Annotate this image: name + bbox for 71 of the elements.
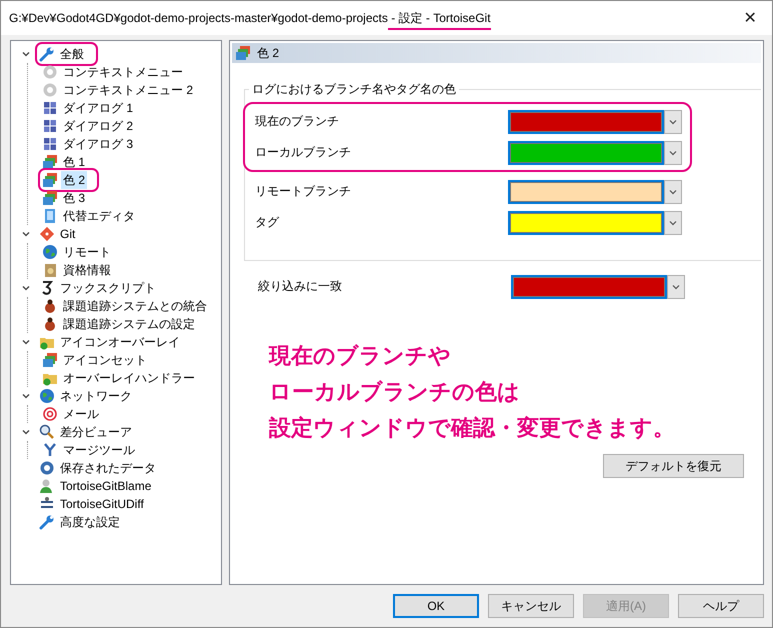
tree-item[interactable]: フックスクリプト — [58, 279, 158, 297]
tree-item[interactable]: ダイアログ 3 — [61, 135, 136, 153]
window-title: G:¥Dev¥Godot4GD¥godot-demo-projects-master¥godot-demo-projects - 設定 - TortoiseGit — [9, 10, 491, 26]
tree-item[interactable]: Git — [58, 225, 78, 243]
tree-item[interactable]: リモート — [61, 243, 113, 261]
dialog-button[interactable]: OK — [393, 594, 479, 618]
field-label: リモートブランチ — [255, 183, 352, 200]
annotation-text: 現在のブランチや ローカルブランチの色は 設定ウィンドウで確認・変更できます。 — [269, 342, 676, 442]
dropdown-button[interactable] — [664, 180, 682, 204]
magnifier-icon — [39, 424, 55, 440]
dialog-button[interactable]: ヘルプ — [678, 594, 764, 618]
tree-item[interactable]: 差分ビューア — [58, 423, 134, 441]
globe-icon — [39, 388, 55, 404]
tree-item[interactable]: オーバーレイハンドラー — [61, 369, 197, 387]
field-label: 絞り込みに一致 — [258, 278, 343, 295]
tree-item[interactable]: 色 3 — [61, 189, 88, 207]
close-button[interactable]: ✕ — [728, 1, 772, 35]
windows-icon — [42, 118, 58, 134]
page-title: 色 2 — [257, 44, 280, 62]
field-label: ローカルブランチ — [255, 144, 352, 161]
merge-arrow-icon — [42, 442, 58, 458]
chevron-icon[interactable] — [21, 49, 31, 59]
tree-item[interactable]: 資格情報 — [61, 261, 113, 279]
tree-item[interactable]: アイコンセット — [61, 351, 149, 369]
layers-icon — [235, 45, 251, 61]
chevron-icon[interactable] — [21, 283, 31, 293]
chevron-icon[interactable] — [21, 337, 31, 347]
tree-item[interactable]: コンテキストメニュー — [61, 63, 185, 81]
tree-item[interactable]: アイコンオーバーレイ — [58, 333, 182, 351]
field-label: 現在のブランチ — [255, 113, 340, 130]
tree-item[interactable]: ネットワーク — [58, 387, 134, 405]
field-label: タグ — [255, 214, 280, 231]
layers-icon — [42, 154, 58, 170]
tree-item[interactable]: 保存されたデータ — [58, 459, 158, 477]
tree-item[interactable]: 課題追跡システムの設定 — [61, 315, 197, 333]
tree-item[interactable]: 色 2 — [61, 171, 88, 189]
dropdown-button[interactable] — [664, 210, 682, 234]
tree-item[interactable]: 高度な設定 — [58, 513, 122, 531]
ladybug-icon — [42, 316, 58, 332]
tree-item[interactable]: ダイアログ 2 — [61, 117, 136, 135]
windows-icon — [42, 100, 58, 116]
layers-icon — [42, 190, 58, 206]
globe-icon — [42, 244, 58, 260]
dropdown-button[interactable] — [664, 110, 682, 134]
dropdown-button[interactable] — [667, 274, 685, 298]
windows-icon — [42, 136, 58, 152]
wrench-icon — [39, 514, 55, 530]
dropdown-button[interactable] — [664, 140, 682, 164]
certificate-icon — [42, 262, 58, 278]
tree-item[interactable]: 課題追跡システムとの統合 — [61, 297, 209, 315]
tree-item[interactable]: マージツール — [61, 441, 137, 459]
chevron-icon[interactable] — [21, 427, 31, 437]
tree-item[interactable]: TortoiseGitUDiff — [58, 495, 146, 513]
person-icon — [39, 478, 55, 494]
ladybug-icon — [42, 298, 58, 314]
dialog-button[interactable]: キャンセル — [488, 594, 574, 618]
tree-item[interactable]: ダイアログ 1 — [61, 99, 136, 117]
tree-item[interactable]: 代替エディタ — [61, 207, 137, 225]
restore-defaults-button[interactable]: デフォルトを復元 — [603, 454, 744, 478]
tree-item[interactable]: コンテキストメニュー 2 — [61, 81, 196, 99]
tree-item[interactable]: 全般 — [58, 45, 86, 63]
tree-item[interactable]: TortoiseGitBlame — [58, 477, 154, 495]
layers-icon — [42, 172, 58, 188]
chevron-icon[interactable] — [21, 391, 31, 401]
tree-item[interactable]: 色 1 — [61, 153, 88, 171]
document-icon — [42, 208, 58, 224]
layers-icon — [42, 352, 58, 368]
group-title: ログにおけるブランチ名やタグ名の色 — [251, 81, 457, 98]
tree-item[interactable]: メール — [61, 405, 101, 423]
chevron-icon[interactable] — [21, 229, 31, 239]
wrench-icon — [39, 46, 55, 62]
